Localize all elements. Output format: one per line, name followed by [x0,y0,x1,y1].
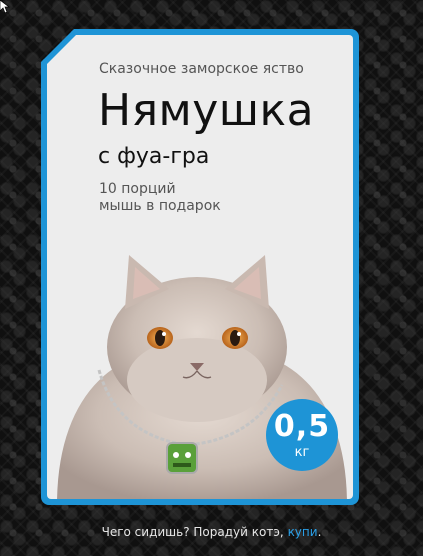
footer-punct: . [317,525,322,539]
product-name: Нямушка [98,85,315,136]
weight-value: 0,5 [273,409,331,444]
weight-unit: кг [294,445,310,460]
pet-tag-icon [166,442,198,474]
buy-link[interactable]: купи [288,525,318,539]
weight-badge: 0,5 кг [266,399,338,471]
product-flavor: с фуа-гра [98,144,210,169]
product-tagline: Сказочное заморское яство [99,61,304,77]
cursor-icon [0,0,11,14]
gift-text: мышь в подарок [99,198,221,214]
product-note: 10 порций мышь в подарок [99,181,221,215]
product-card[interactable]: Сказочное заморское яство Нямушка с фуа-… [41,29,359,505]
product-card-body: Сказочное заморское яство Нямушка с фуа-… [47,35,353,499]
footer-message: Чего сидишь? Порадуй котэ, [101,525,288,539]
portions-text: 10 порций [99,181,176,197]
footer-text: Чего сидишь? Порадуй котэ, купи. [0,525,423,539]
